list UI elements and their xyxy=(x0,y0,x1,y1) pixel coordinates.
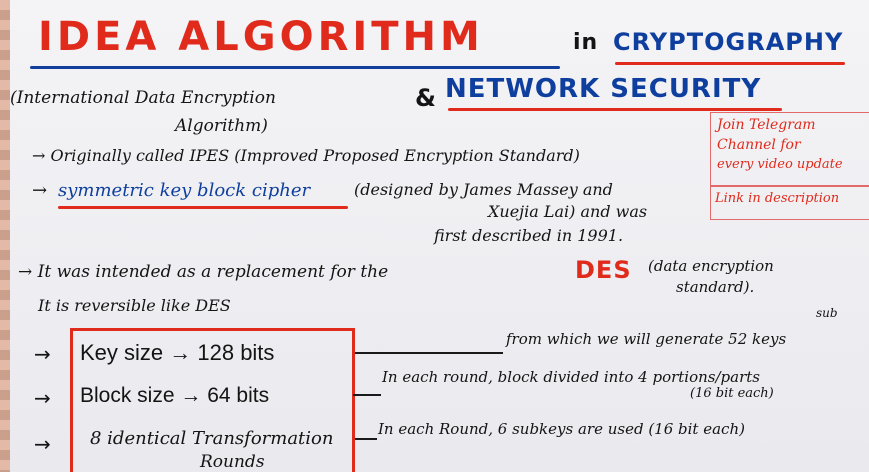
title-crypto: CRYPTOGRAPHY xyxy=(613,28,844,56)
note-rounds: In each Round, 6 subkeys are used (16 bi… xyxy=(378,420,745,438)
telegram-line4: Link in description xyxy=(715,191,840,206)
title-main: IDEA ALGORITHM xyxy=(38,14,484,60)
point-arrow-2: → xyxy=(32,180,48,201)
subtitle-line1: (International Data Encryption xyxy=(10,88,276,108)
connector-rounds xyxy=(355,438,377,440)
title-amp: & xyxy=(415,84,437,112)
telegram-divider xyxy=(711,185,869,187)
side-arrow-2: → xyxy=(34,386,51,410)
box-rounds-2: Rounds xyxy=(200,452,265,472)
symmetric-underline xyxy=(58,206,348,209)
side-arrow-1: → xyxy=(34,342,51,366)
subtitle-line2: Algorithm) xyxy=(175,116,268,136)
connector-block xyxy=(353,394,381,396)
point-symmetric: symmetric key block cipher xyxy=(58,180,311,201)
point-designed: (designed by James Massey and xyxy=(354,180,613,199)
note-block-1: In each round, block divided into 4 port… xyxy=(382,368,760,386)
point-data-encryption: (data encryption xyxy=(648,257,774,275)
title-in: in xyxy=(573,30,599,55)
box-block-size: Block size → 64 bits xyxy=(80,384,270,407)
chart-paper-edge xyxy=(0,0,10,472)
note-block-2: (16 bit each) xyxy=(690,386,774,401)
note-key-sup: sub xyxy=(816,306,838,320)
point-des: DES xyxy=(575,256,632,284)
note-key: from which we will generate 52 keys xyxy=(506,330,787,348)
point-originally: → Originally called IPES (Improved Propo… xyxy=(32,146,580,165)
telegram-line1: Join Telegram xyxy=(717,117,816,133)
box-right xyxy=(352,328,355,472)
point-first: first described in 1991. xyxy=(434,226,624,245)
telegram-box: Join Telegram Channel for every video up… xyxy=(710,112,869,220)
box-top xyxy=(70,328,355,331)
box-rounds-1: 8 identical Transformation xyxy=(90,428,334,449)
whiteboard-paper: IDEA ALGORITHM in CRYPTOGRAPHY & NETWORK… xyxy=(10,0,869,472)
connector-key xyxy=(355,352,503,354)
telegram-line3: every video update xyxy=(717,157,843,172)
netsec-underline xyxy=(448,108,782,111)
point-xuejia: Xuejia Lai) and was xyxy=(488,202,648,221)
box-key-size: Key size → 128 bits xyxy=(80,340,275,365)
crypto-underline xyxy=(615,62,845,65)
telegram-line2: Channel for xyxy=(717,137,801,153)
point-reversible: It is reversible like DES xyxy=(38,296,231,315)
side-arrow-3: → xyxy=(34,432,51,456)
title-netsec: NETWORK SECURITY xyxy=(445,74,762,104)
point-intended: → It was intended as a replacement for t… xyxy=(18,262,389,282)
point-standard: standard). xyxy=(676,278,755,296)
title-underline xyxy=(30,66,560,69)
box-left xyxy=(70,328,73,472)
